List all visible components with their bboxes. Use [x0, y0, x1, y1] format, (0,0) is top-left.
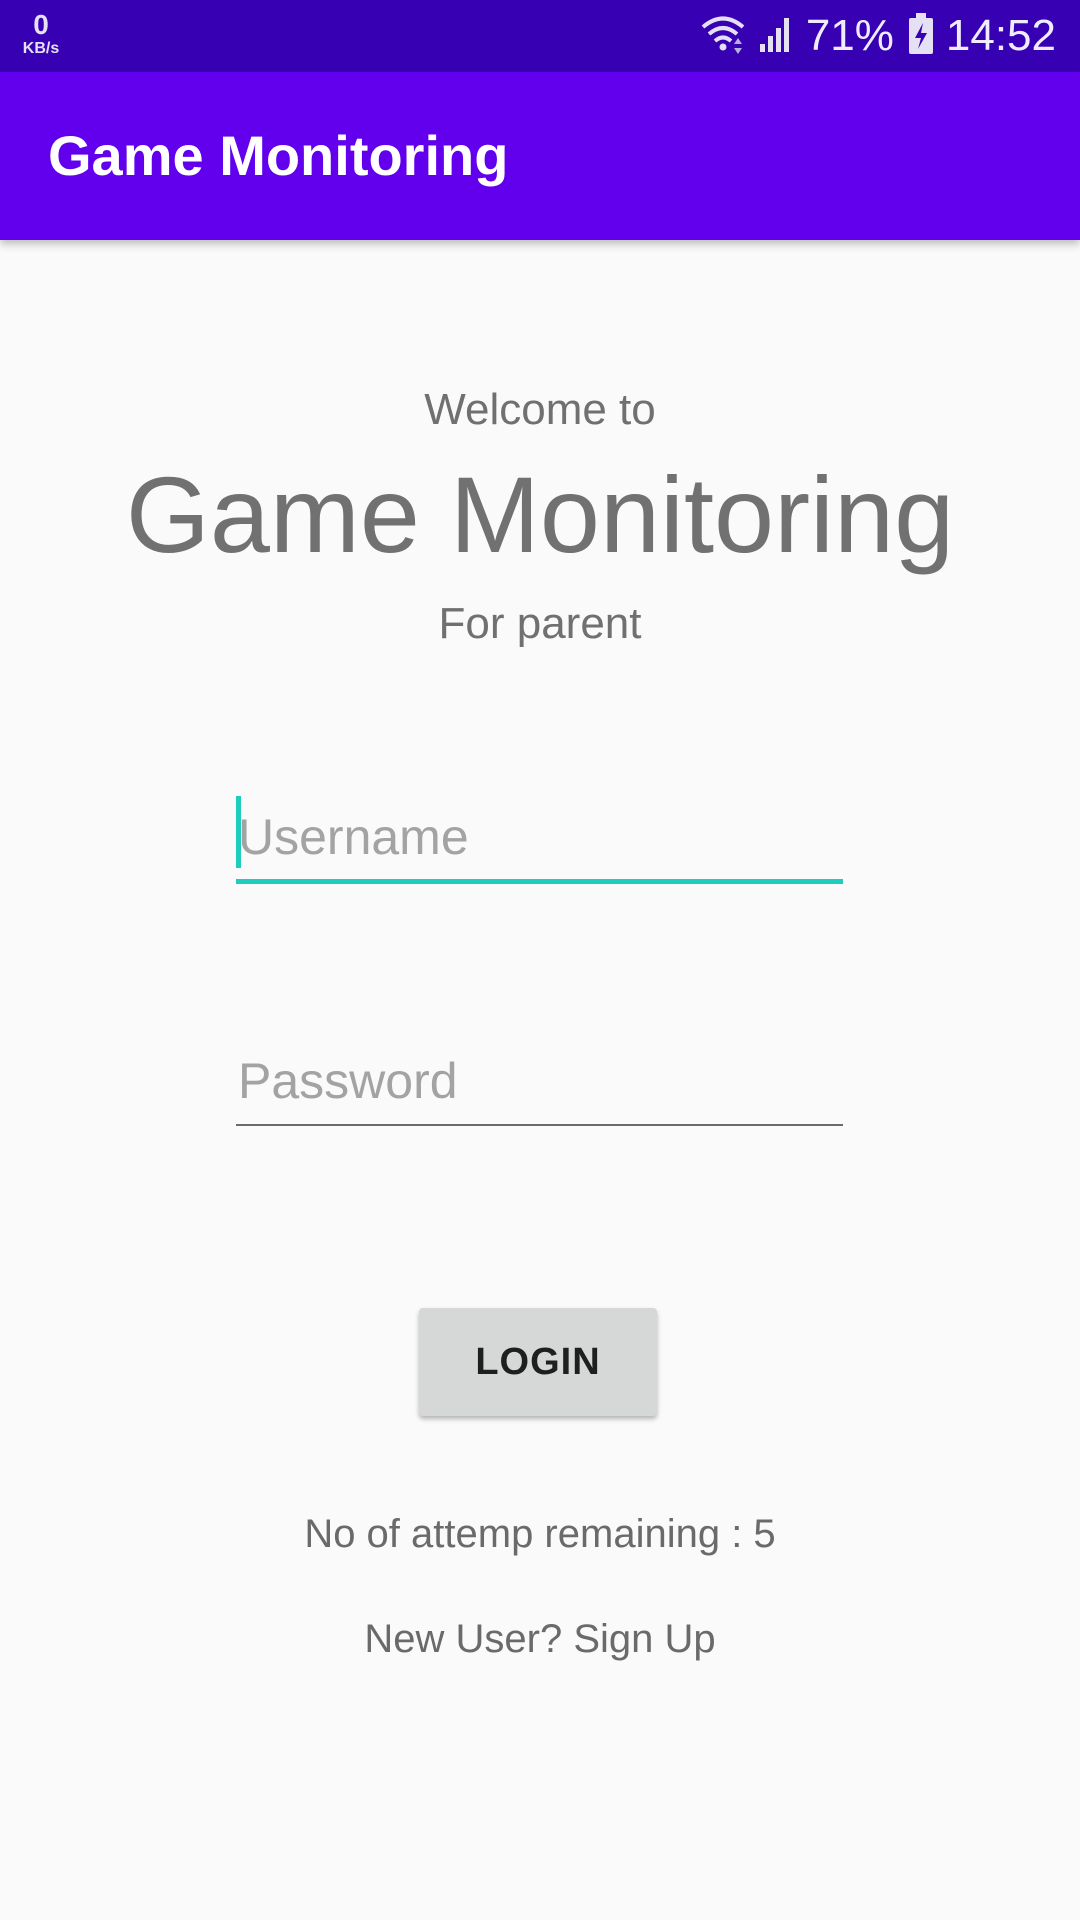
login-button[interactable]: LOGIN [419, 1308, 657, 1416]
network-speed-unit: KB/s [22, 40, 60, 57]
battery-charging-icon [908, 12, 934, 60]
signup-link[interactable]: New User? Sign Up [0, 1612, 1080, 1666]
username-underline [236, 879, 843, 884]
wifi-icon [700, 14, 746, 59]
app-title: Game Monitoring [48, 124, 509, 187]
username-field-container [236, 792, 843, 884]
attempts-remaining-text: No of attemp remaining : 5 [304, 1512, 776, 1556]
network-speed-indicator: 0 KB/s [16, 10, 66, 58]
welcome-text: Welcome to [424, 385, 656, 434]
network-speed-value: 0 [33, 9, 49, 40]
status-bar: 0 KB/s 71% 14:52 [0, 0, 1080, 72]
clock: 14:52 [945, 11, 1056, 60]
password-input[interactable] [236, 1036, 843, 1126]
signal-icon [758, 14, 794, 59]
app-bar: Game Monitoring [0, 72, 1080, 240]
password-underline [236, 1124, 843, 1126]
status-icons: 71% 14:52 [700, 0, 1056, 72]
password-field-container [236, 1036, 843, 1126]
page-subtitle: For parent [438, 599, 642, 648]
battery-percent: 71% [805, 11, 894, 60]
username-input[interactable] [236, 792, 843, 882]
text-cursor [236, 796, 241, 868]
page-title: Game Monitoring [125, 454, 955, 575]
